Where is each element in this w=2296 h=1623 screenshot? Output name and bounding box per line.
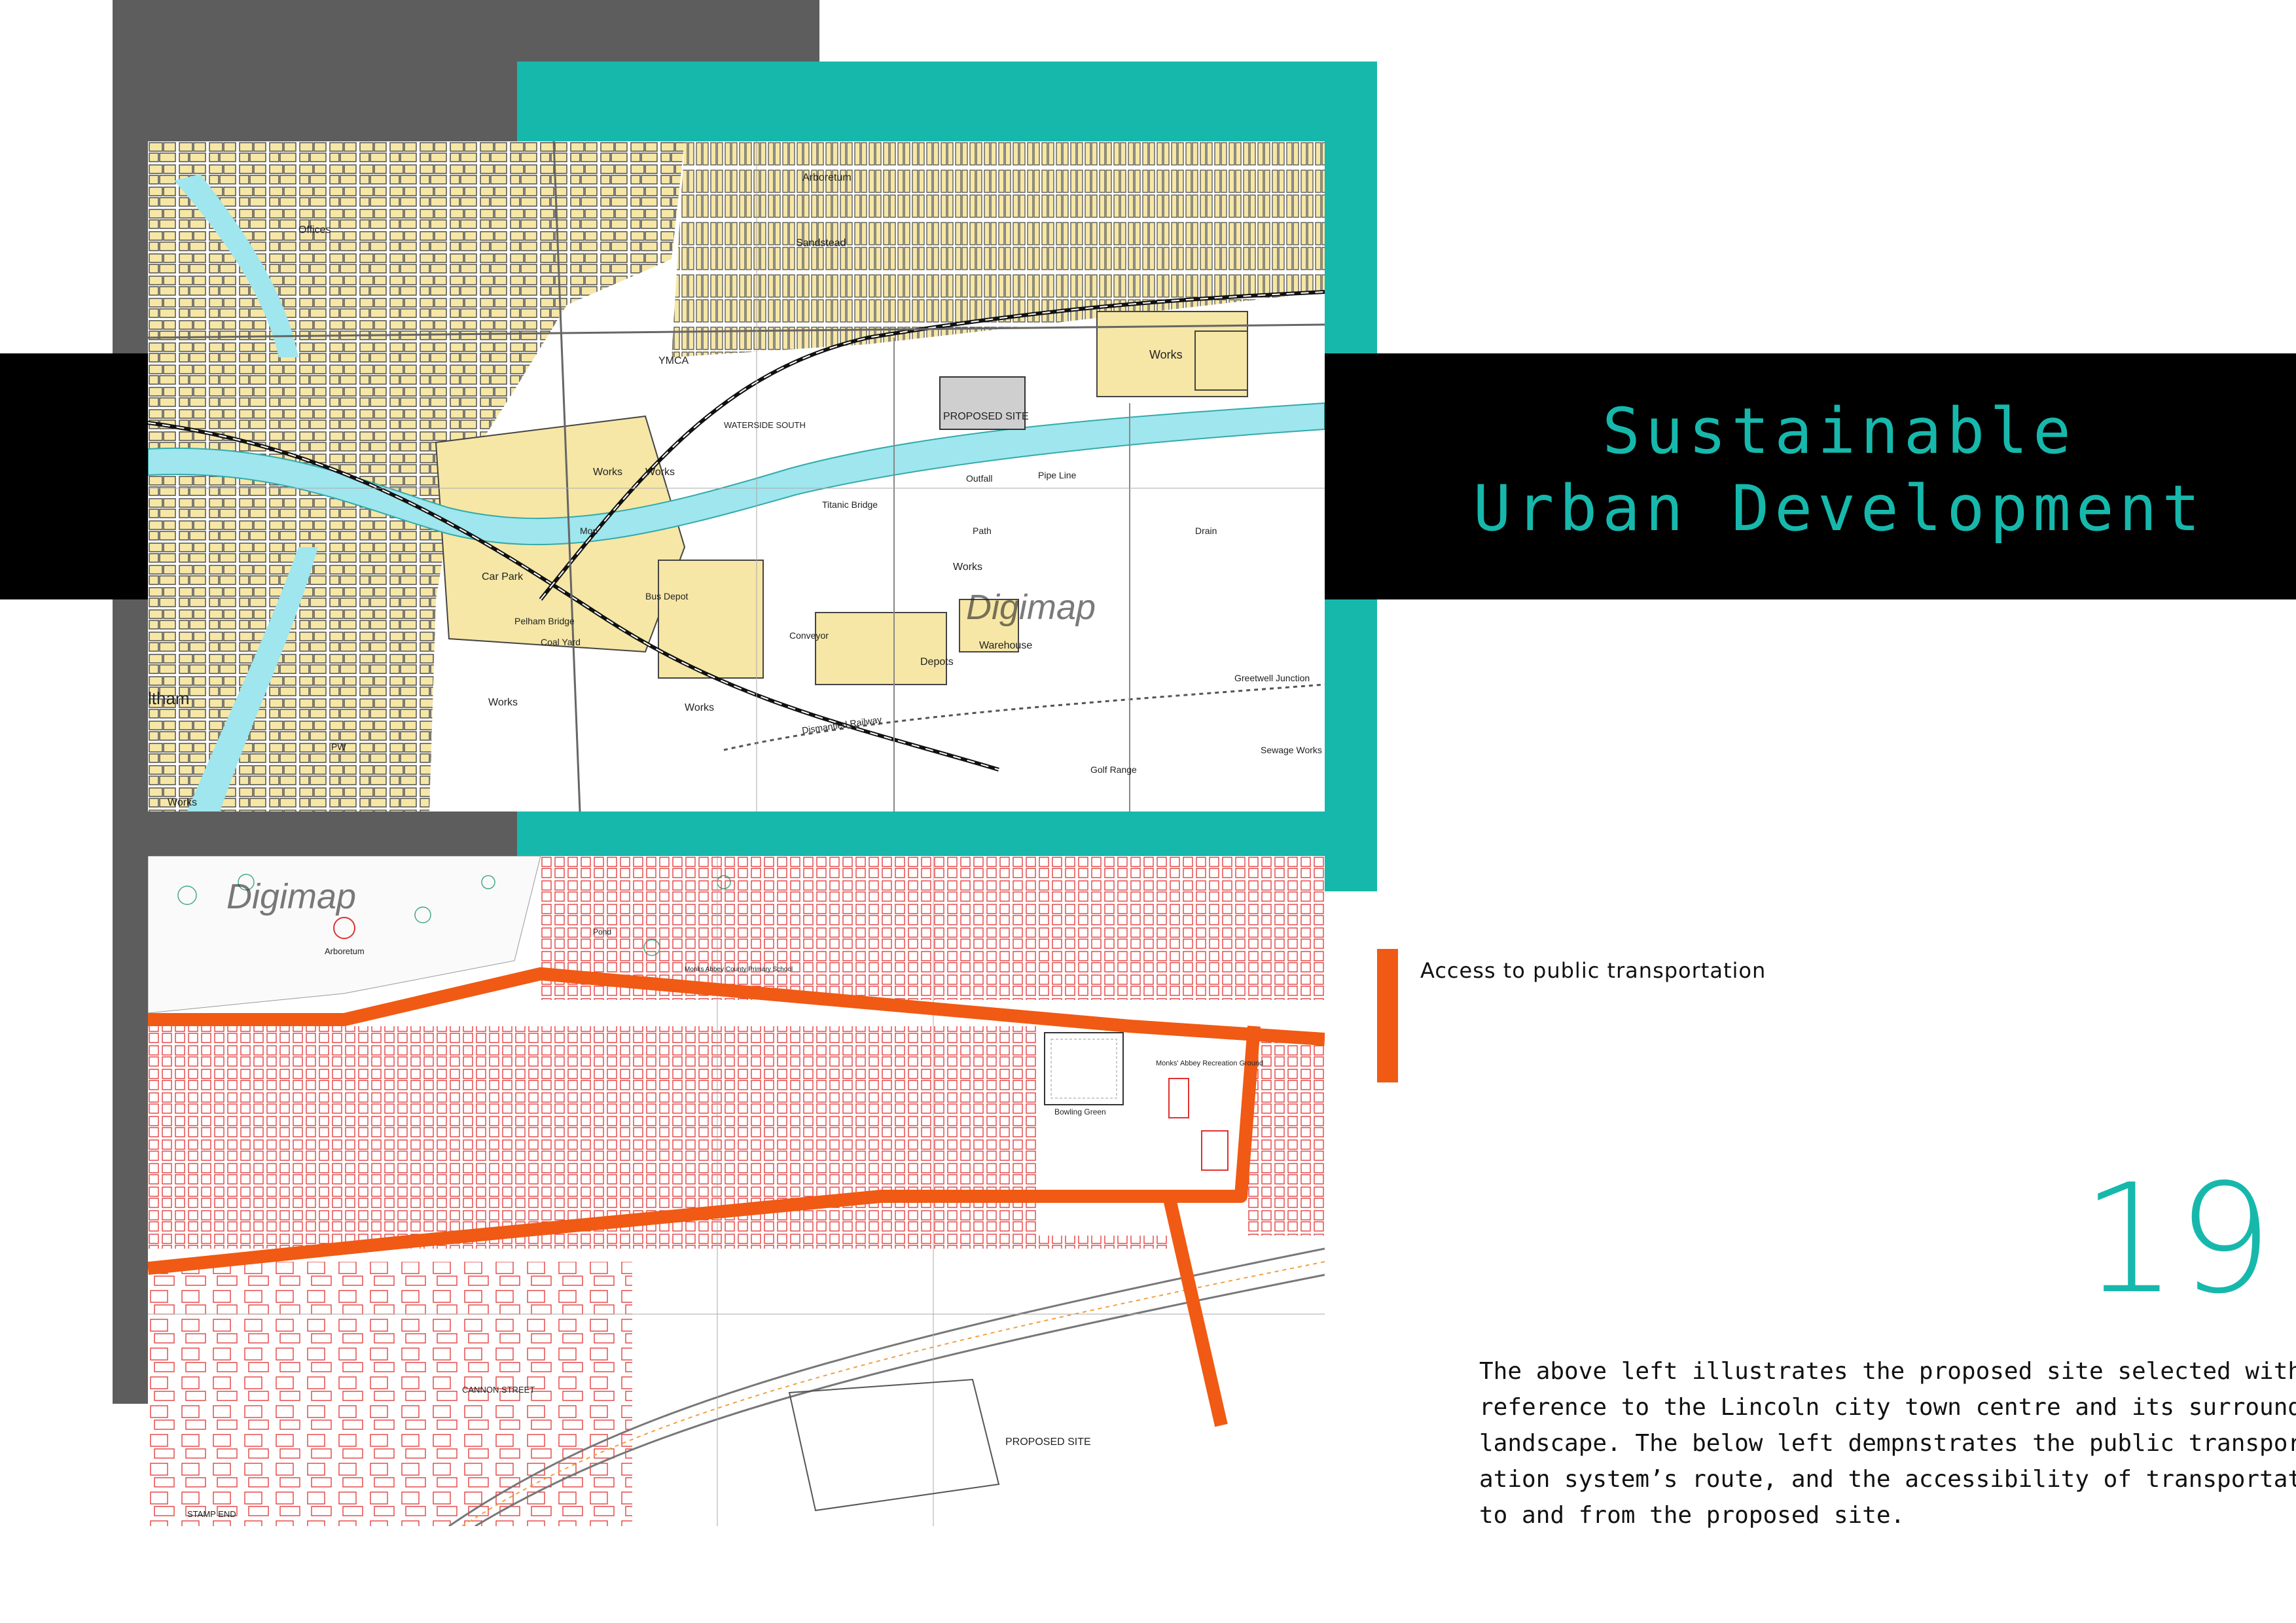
label-waterside-south: WATERSIDE SOUTH <box>724 420 806 430</box>
label-ymca: YMCA <box>658 355 689 366</box>
page-number: 19 <box>2081 1152 2273 1327</box>
label-proposed-site-bottom: PROPOSED SITE <box>1005 1436 1091 1448</box>
label-pelham-bridge: Pelham Bridge <box>514 616 575 626</box>
label-pipe-line: Pipe Line <box>1038 470 1077 480</box>
label-works-1: Works <box>593 467 622 478</box>
label-conveyor: Conveyor <box>789 630 829 641</box>
title-line-1: Sustainable <box>1602 395 2076 468</box>
site-context-map-svg: PROPOSED SITE Works Works Works Works Wo… <box>148 141 1325 812</box>
label-warehouse: Warehouse <box>979 640 1032 651</box>
watermark-top: Digimap <box>966 588 1096 627</box>
description-line-4: ation system’s route, and the accessibil… <box>1479 1466 2296 1493</box>
caption-access-transport: Access to public transportation <box>1420 958 1767 983</box>
label-cannon-street: CANNON STREET <box>462 1385 535 1395</box>
label-monks-abbey: Monks' Abbey Recreation Ground <box>1156 1060 1263 1067</box>
label-works-2: Works <box>645 467 675 478</box>
label-mon: Mon <box>580 526 598 536</box>
description-text: The above left illustrates the proposed … <box>1479 1353 2296 1533</box>
label-offices: Offices <box>298 224 331 236</box>
label-ltham: ltham <box>148 688 190 708</box>
label-path: Path <box>973 526 992 536</box>
label-arboretum: Arboretum <box>802 172 852 183</box>
label-bowling-green: Bowling Green <box>1054 1107 1106 1116</box>
label-works-4: Works <box>488 697 518 708</box>
label-golf-range: Golf Range <box>1090 764 1137 775</box>
label-bus-depot: Bus Depot <box>645 591 688 601</box>
label-greetwell-junction: Greetwell Junction <box>1234 673 1310 683</box>
label-car-park: Car Park <box>482 571 524 582</box>
site-context-map: PROPOSED SITE Works Works Works Works Wo… <box>148 141 1325 812</box>
label-coal-yard: Coal Yard <box>541 637 581 647</box>
label-outfall: Outfall <box>966 473 992 484</box>
label-works-3: Works <box>685 702 714 713</box>
description-line-3: landscape. The below left dempnstrates t… <box>1479 1430 2296 1457</box>
label-pond: Pond <box>593 927 611 936</box>
page-title: Sustainable Urban Development <box>1401 393 2278 547</box>
transport-route-map: PROPOSED SITE Bowling Green Arboretum CA… <box>148 856 1325 1526</box>
label-depots: Depots <box>920 656 954 668</box>
label-school: Monks Abbey County Primary School <box>685 966 793 973</box>
title-line-2: Urban Development <box>1473 472 2206 545</box>
label-titanic-bridge: Titanic Bridge <box>822 499 878 510</box>
label-works-east: Works <box>1149 348 1183 361</box>
label-pw: PW <box>331 741 346 752</box>
label-sewage-works: Sewage Works <box>1261 745 1322 755</box>
transport-route-map-svg: PROPOSED SITE Bowling Green Arboretum CA… <box>148 856 1325 1526</box>
caption-accent-bar <box>1377 949 1398 1082</box>
description-line-1: The above left illustrates the proposed … <box>1479 1358 2296 1385</box>
label-sandstead: Sandstead <box>796 238 846 249</box>
description-line-2: reference to the Lincoln city town centr… <box>1479 1394 2296 1421</box>
description-line-5: to and from the proposed site. <box>1479 1502 1905 1529</box>
label-works-5: Works <box>953 562 982 573</box>
label-stamp-end: STAMP END <box>187 1509 236 1519</box>
label-proposed-site: PROPOSED SITE <box>943 411 1029 422</box>
label-drain: Drain <box>1195 526 1217 536</box>
label-works-6: Works <box>168 797 197 808</box>
label-arboretum-bottom: Arboretum <box>325 946 365 956</box>
watermark-bottom: Digimap <box>226 877 356 916</box>
